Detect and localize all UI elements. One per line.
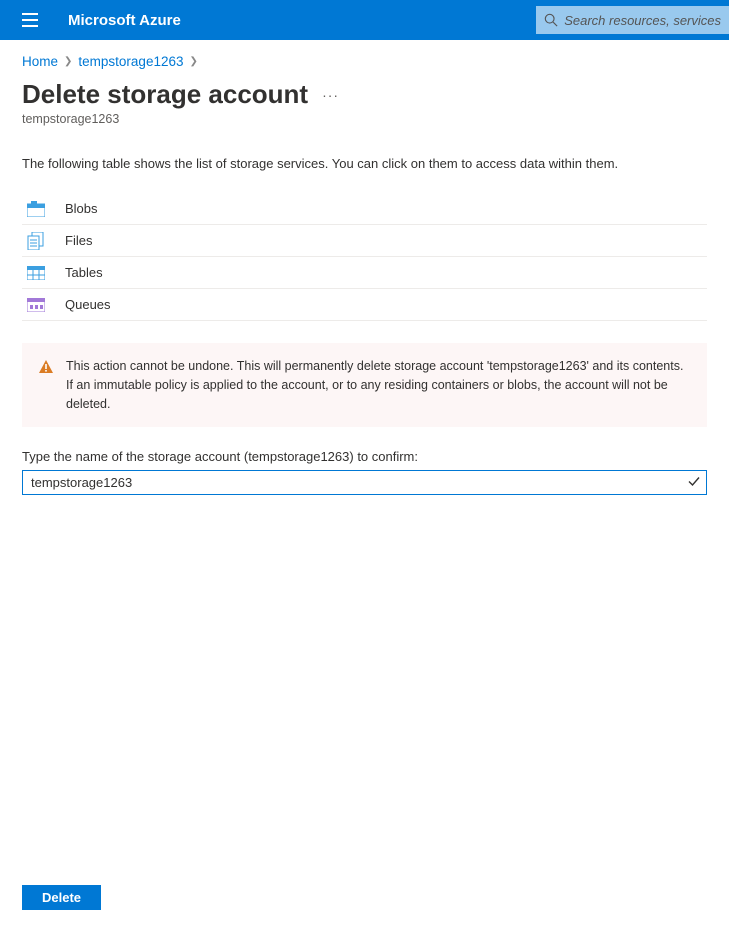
- service-label: Files: [65, 233, 92, 248]
- checkmark-icon: [687, 474, 701, 491]
- page-subtitle: tempstorage1263: [22, 112, 707, 126]
- search-placeholder: Search resources, services: [564, 13, 721, 28]
- content: Home ❯ tempstorage1263 ❯ Delete storage …: [0, 40, 729, 495]
- chevron-right-icon: ❯: [64, 56, 72, 67]
- intro-text: The following table shows the list of st…: [22, 156, 707, 171]
- breadcrumb-home[interactable]: Home: [22, 54, 58, 69]
- warning-banner: This action cannot be undone. This will …: [22, 343, 707, 427]
- delete-button[interactable]: Delete: [22, 885, 101, 910]
- warning-text: This action cannot be undone. This will …: [66, 357, 691, 413]
- top-bar: Microsoft Azure Search resources, servic…: [0, 0, 729, 40]
- queues-icon: [27, 298, 65, 312]
- breadcrumb-resource[interactable]: tempstorage1263: [78, 54, 183, 69]
- services-list: Blobs Files Tables Queues: [22, 193, 707, 321]
- files-icon: [27, 232, 65, 250]
- service-row-tables[interactable]: Tables: [22, 257, 707, 289]
- service-label: Tables: [65, 265, 103, 280]
- confirm-input[interactable]: [22, 470, 707, 495]
- brand-label: Microsoft Azure: [68, 12, 536, 29]
- search-icon: [544, 13, 558, 27]
- search-input[interactable]: Search resources, services: [536, 6, 729, 34]
- service-row-blobs[interactable]: Blobs: [22, 193, 707, 225]
- hamburger-menu-icon[interactable]: [10, 0, 50, 40]
- footer: Delete: [22, 885, 101, 910]
- more-icon[interactable]: ···: [322, 87, 339, 103]
- confirm-label: Type the name of the storage account (te…: [22, 449, 707, 464]
- service-row-queues[interactable]: Queues: [22, 289, 707, 321]
- blobs-icon: [27, 201, 65, 217]
- warning-icon: [38, 359, 54, 413]
- tables-icon: [27, 266, 65, 280]
- service-label: Blobs: [65, 201, 98, 216]
- page-title: Delete storage account: [22, 79, 308, 110]
- breadcrumb: Home ❯ tempstorage1263 ❯: [22, 54, 707, 69]
- service-label: Queues: [65, 297, 111, 312]
- service-row-files[interactable]: Files: [22, 225, 707, 257]
- chevron-right-icon: ❯: [189, 56, 197, 67]
